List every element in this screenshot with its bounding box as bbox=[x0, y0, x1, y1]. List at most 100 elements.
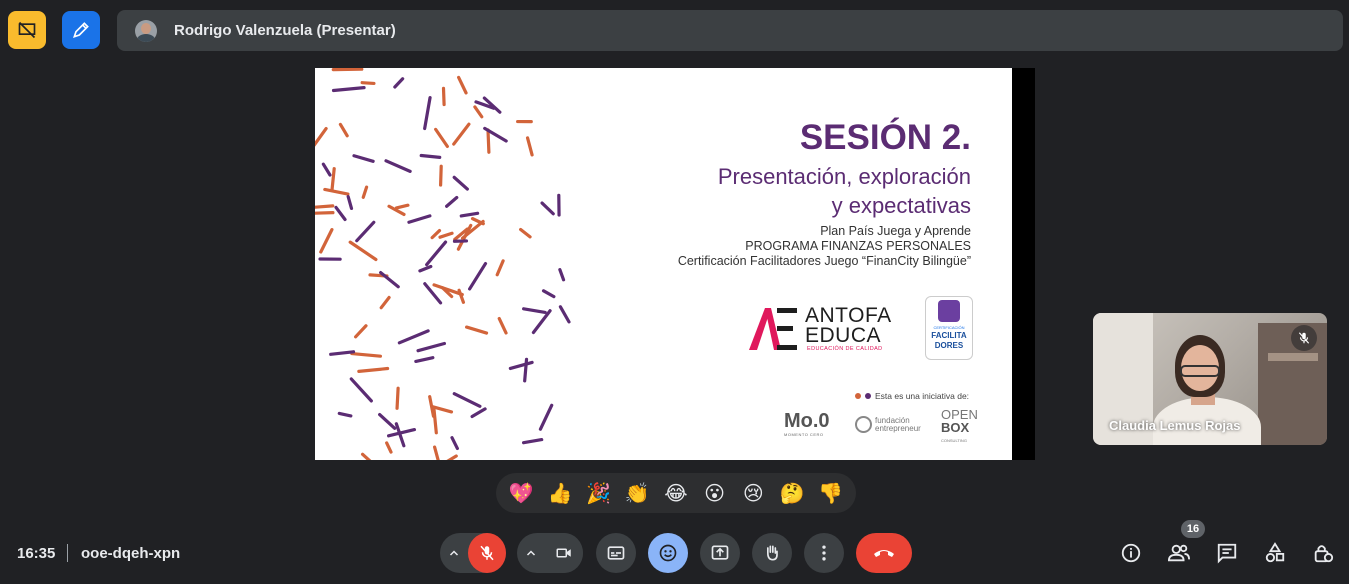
confetti-stroke bbox=[355, 220, 376, 243]
confetti-stroke bbox=[525, 136, 534, 157]
participant-muted-indicator bbox=[1291, 325, 1317, 351]
facilitadores-text-2: DORES bbox=[934, 341, 964, 350]
chat-icon bbox=[1217, 543, 1237, 564]
reaction-party[interactable]: 🎉 bbox=[582, 473, 616, 513]
confetti-stroke bbox=[397, 329, 430, 345]
confetti-stroke bbox=[452, 175, 469, 191]
confetti-stroke bbox=[315, 211, 335, 215]
presentation-hidden-button[interactable] bbox=[8, 11, 46, 49]
confetti-stroke bbox=[330, 167, 336, 192]
more-vert-icon bbox=[822, 545, 826, 561]
ring-icon bbox=[855, 416, 872, 433]
confetti-stroke bbox=[470, 407, 487, 419]
confetti-stroke bbox=[414, 356, 435, 364]
annotate-button[interactable] bbox=[62, 11, 100, 49]
confetti-stroke bbox=[331, 86, 366, 93]
confetti-stroke bbox=[323, 187, 350, 196]
confetti-stroke bbox=[357, 366, 390, 373]
confetti-stroke bbox=[354, 324, 368, 339]
slide-subtitle: Presentación, exploración y expectativas bbox=[718, 162, 971, 220]
reaction-thumbs-up[interactable]: 👍 bbox=[543, 473, 577, 513]
confetti-stroke bbox=[350, 351, 383, 358]
confetti-stroke bbox=[407, 214, 432, 224]
chat-button[interactable] bbox=[1214, 540, 1240, 566]
more-options-button[interactable] bbox=[804, 533, 844, 573]
shapes-icon bbox=[1265, 542, 1285, 563]
confetti-stroke bbox=[352, 154, 375, 163]
antofa-tagline: EDUCACIÓN DE CALIDAD bbox=[807, 346, 883, 352]
confetti-stroke bbox=[423, 95, 432, 131]
shared-slide: SESIÓN 2. Presentación, exploración y ex… bbox=[315, 68, 1012, 460]
confetti-stroke bbox=[465, 325, 489, 335]
financity-badge-icon bbox=[938, 300, 960, 322]
people-button[interactable] bbox=[1166, 540, 1192, 566]
captions-button[interactable] bbox=[596, 533, 636, 573]
confetti-stroke bbox=[430, 228, 442, 240]
confetti-stroke bbox=[361, 185, 369, 199]
confetti-stroke bbox=[394, 203, 410, 210]
participant-tile[interactable]: Claudia Lemus Rojas bbox=[1093, 313, 1327, 445]
confetti-stroke bbox=[319, 228, 334, 254]
confetti-stroke bbox=[360, 452, 372, 460]
momento-cero-sub: MOMENTO CERO bbox=[784, 432, 824, 437]
confetti-stroke bbox=[432, 408, 438, 435]
confetti-stroke bbox=[452, 392, 482, 408]
purple-dot-icon bbox=[865, 393, 871, 399]
chevron-up-icon bbox=[527, 550, 536, 556]
consulting-word: CONSULTING bbox=[941, 438, 967, 443]
raise-hand-button[interactable] bbox=[752, 533, 792, 573]
confetti-stroke bbox=[508, 360, 534, 371]
entrepreneur-word: entrepreneur bbox=[875, 423, 921, 433]
slide-info-line2: PROGRAMA FINANZAS PERSONALES bbox=[745, 239, 971, 253]
host-controls-button[interactable] bbox=[1310, 540, 1336, 566]
confetti-stroke bbox=[450, 436, 459, 451]
camera-options-button[interactable] bbox=[517, 533, 545, 573]
confetti-stroke bbox=[438, 231, 454, 239]
activities-button[interactable] bbox=[1262, 540, 1288, 566]
slide-info: Plan País Juega y Aprende PROGRAMA FINAN… bbox=[678, 224, 971, 269]
facilitadores-text-1: FACILITA bbox=[931, 331, 967, 340]
closed-captions-icon bbox=[607, 546, 625, 560]
confetti-stroke bbox=[558, 268, 566, 282]
fundacion-entrepreneur-logo: fundación entrepreneur bbox=[855, 416, 921, 433]
confetti-stroke bbox=[384, 159, 412, 173]
confetti-stroke bbox=[439, 164, 443, 187]
facilitadores-logo: CERTIFICACIÓN FACILITA DORES bbox=[925, 296, 973, 360]
reaction-thumbs-down[interactable]: 👎 bbox=[814, 473, 848, 513]
confetti-stroke bbox=[486, 128, 491, 154]
people-icon bbox=[1167, 544, 1190, 562]
reaction-surprised[interactable]: 😮 bbox=[698, 473, 732, 513]
presenter-name: Rodrigo Valenzuela (Presentar) bbox=[174, 22, 396, 39]
pen-icon bbox=[73, 22, 89, 38]
confetti-stroke bbox=[459, 211, 480, 218]
confetti-stroke bbox=[348, 240, 378, 262]
chevron-up-icon bbox=[450, 550, 459, 556]
confetti-stroke bbox=[419, 153, 442, 159]
confetti-stroke bbox=[434, 127, 449, 148]
meeting-details-button[interactable] bbox=[1118, 540, 1144, 566]
facilitadores-cert: CERTIFICACIÓN bbox=[933, 325, 965, 330]
initiative-line: Esta es una iniciativa de: bbox=[855, 391, 969, 401]
no-presentation-icon bbox=[18, 21, 36, 39]
present-screen-button[interactable] bbox=[700, 533, 740, 573]
camera-toggle-button[interactable] bbox=[545, 533, 583, 573]
slide-info-line1: Plan País Juega y Aprende bbox=[820, 224, 971, 238]
reaction-heart[interactable]: 💖 bbox=[504, 473, 538, 513]
mic-toggle-button[interactable] bbox=[468, 533, 506, 573]
confetti-stroke bbox=[468, 261, 488, 291]
reaction-sad[interactable]: 😢 bbox=[736, 473, 770, 513]
confetti-stroke bbox=[379, 295, 391, 310]
participant-name: Claudia Lemus Rojas bbox=[1109, 418, 1241, 433]
slide-subtitle-line2: y expectativas bbox=[831, 193, 971, 218]
reaction-clap[interactable]: 👏 bbox=[620, 473, 654, 513]
mic-options-button[interactable] bbox=[440, 533, 468, 573]
reaction-laugh[interactable]: 😂 bbox=[659, 473, 693, 513]
leave-call-button[interactable] bbox=[856, 533, 912, 573]
reaction-thinking[interactable]: 🤔 bbox=[775, 473, 809, 513]
confetti-stroke bbox=[452, 122, 471, 146]
confetti-decoration bbox=[315, 68, 571, 460]
confetti-stroke bbox=[473, 105, 484, 119]
reactions-button[interactable] bbox=[648, 533, 688, 573]
box-word: BOX bbox=[941, 420, 970, 435]
footer-divider bbox=[67, 544, 68, 562]
